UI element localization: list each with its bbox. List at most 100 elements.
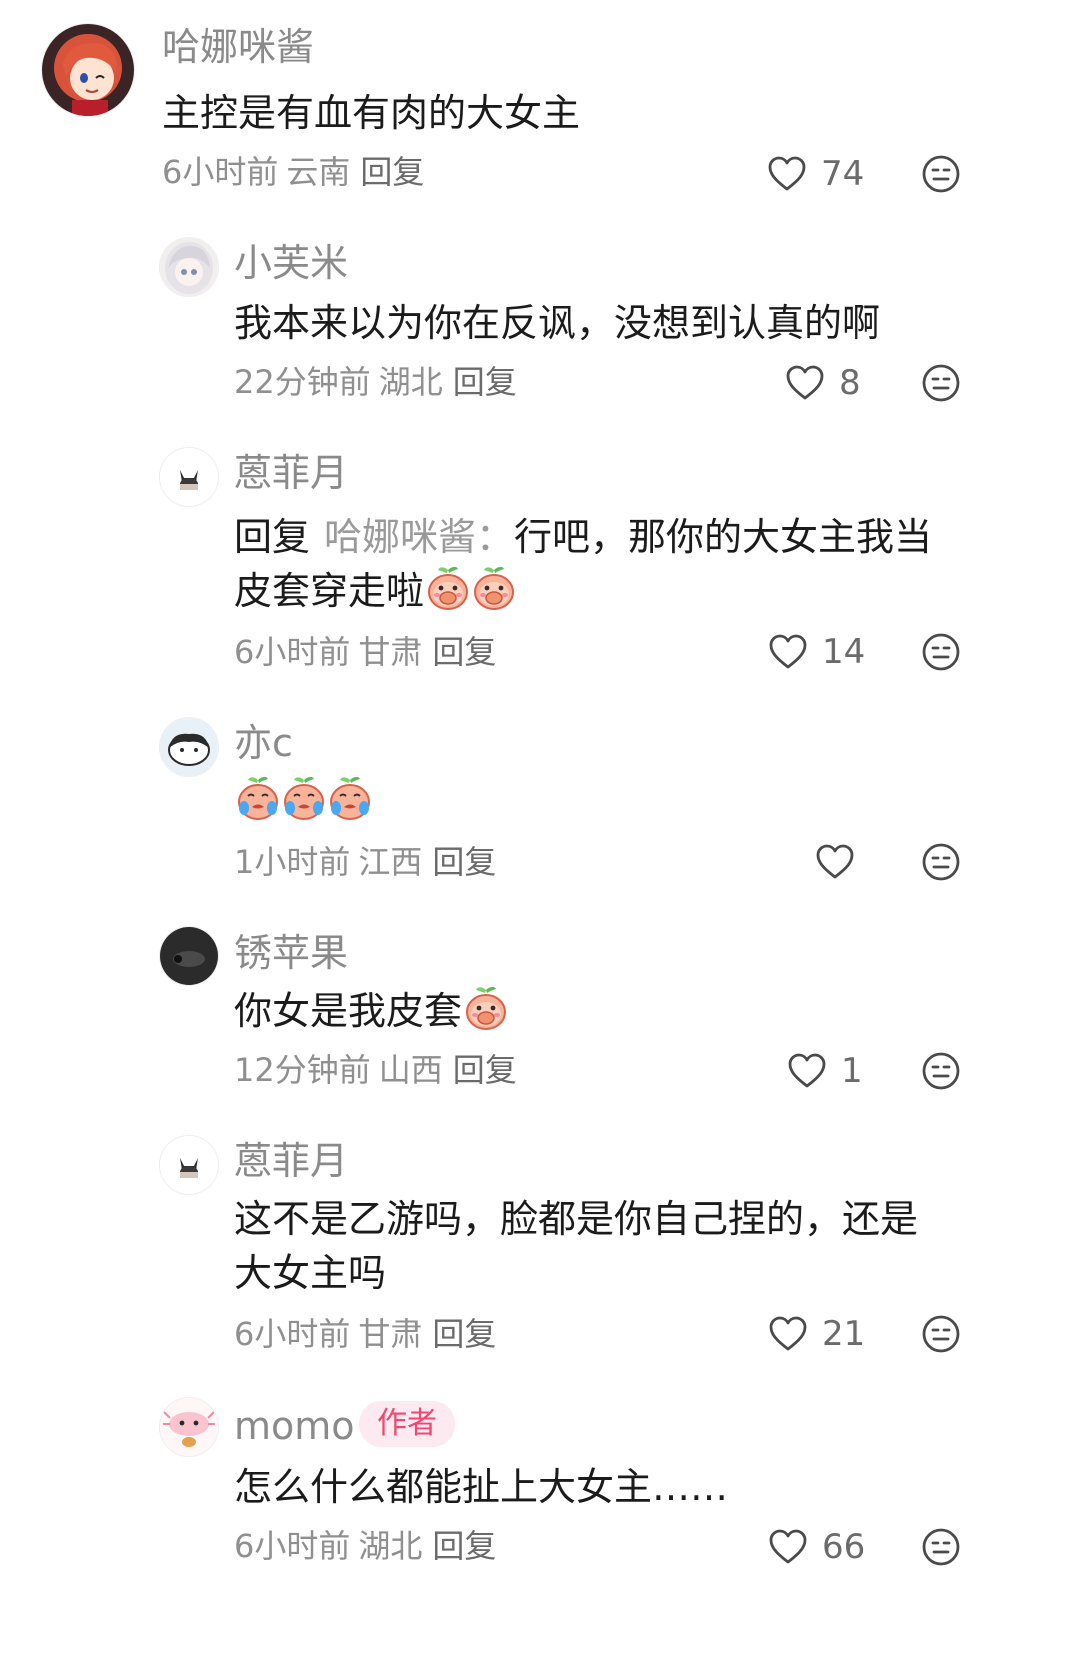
comment-meta: 12分钟前 山西 回复 <box>234 1054 517 1086</box>
comment-region: 江西 <box>358 843 423 881</box>
like-button[interactable]: 14 <box>768 632 865 672</box>
heart-icon <box>767 155 807 193</box>
peach-covering-mouth-emoji-icon <box>426 564 470 612</box>
comment-time: 6小时前 <box>234 1315 351 1353</box>
username[interactable]: momo <box>234 1407 355 1445</box>
username[interactable]: 哈娜咪酱 <box>162 28 314 66</box>
peach-crying-emoji-icon <box>236 774 280 822</box>
comment-meta: 6小时前 湖北 回复 <box>234 1530 496 1562</box>
dislike-button[interactable] <box>921 1527 961 1567</box>
chibi-cat-avatar-icon <box>160 1136 218 1194</box>
user-avatar[interactable] <box>160 238 218 296</box>
reply-button[interactable]: 回复 <box>432 1315 496 1353</box>
author-badge: 作者 <box>359 1401 455 1447</box>
heart-icon <box>787 1052 827 1090</box>
user-avatar[interactable] <box>160 1136 218 1194</box>
like-button[interactable]: 66 <box>768 1527 865 1567</box>
comment-region: 山西 <box>378 1051 443 1089</box>
dislike-face-icon <box>921 363 961 403</box>
comment-text-line: 大女主吗 <box>234 1251 387 1295</box>
user-avatar[interactable] <box>42 24 134 116</box>
like-count: 1 <box>841 1051 863 1091</box>
comment-region: 甘肃 <box>358 1315 423 1353</box>
username[interactable]: 蒽菲月 <box>234 1142 348 1180</box>
like-button[interactable] <box>815 842 855 882</box>
comment-text: 我本来以为你在反讽，没想到认真的啊 <box>234 301 881 345</box>
comment-text <box>234 774 372 828</box>
dislike-button[interactable] <box>921 363 961 403</box>
user-avatar[interactable] <box>160 1398 218 1456</box>
comment-time: 6小时前 <box>234 633 351 671</box>
username[interactable]: 锈苹果 <box>234 934 348 972</box>
reply-button[interactable]: 回复 <box>453 363 517 401</box>
comment-text: 回复 哈娜咪酱：行吧，那你的大女主我当 皮套穿走啦 <box>234 510 1034 618</box>
dislike-button[interactable] <box>921 154 961 194</box>
reply-button[interactable]: 回复 <box>432 633 496 671</box>
heart-icon <box>768 633 808 671</box>
username[interactable]: 小芙米 <box>234 244 348 282</box>
comment-meta: 6小时前 甘肃 回复 <box>234 1318 496 1350</box>
comment-meta: 6小时前 甘肃 回复 <box>234 636 496 668</box>
like-count: 74 <box>821 154 865 194</box>
comment-meta: 22分钟前 湖北 回复 <box>234 366 517 398</box>
like-button[interactable]: 21 <box>768 1314 865 1354</box>
comment-text-segment: 你女是我皮套 <box>234 989 463 1033</box>
panda-cat-avatar-icon <box>160 718 218 776</box>
reply-button[interactable]: 回复 <box>432 843 496 881</box>
comment-text: 怎么什么都能扯上大女主…… <box>234 1465 729 1509</box>
user-avatar[interactable] <box>160 927 218 985</box>
reply-button[interactable]: 回复 <box>432 1527 496 1565</box>
comment-text: 这不是乙游吗，脸都是你自己捏的，还是 大女主吗 <box>234 1192 1034 1300</box>
comment-text: 主控是有血有肉的大女主 <box>162 91 581 135</box>
dislike-button[interactable] <box>921 632 961 672</box>
like-count: 21 <box>822 1314 866 1354</box>
reply-button[interactable]: 回复 <box>360 153 424 191</box>
comment-text-line: 回复 哈娜咪酱：行吧，那你的大女主我当 <box>234 510 1034 564</box>
heart-icon <box>815 843 855 881</box>
comment-region: 甘肃 <box>358 633 423 671</box>
comment-time: 6小时前 <box>162 153 279 191</box>
comment-time: 12分钟前 <box>234 1051 371 1089</box>
like-count: 8 <box>839 363 861 403</box>
comment-text-line: 皮套穿走啦 <box>234 564 1034 618</box>
username[interactable]: 蒽菲月 <box>234 454 348 492</box>
comment-time: 1小时前 <box>234 843 351 881</box>
comment-meta: 1小时前 江西 回复 <box>234 846 496 878</box>
dislike-face-icon <box>921 632 961 672</box>
comment-time: 6小时前 <box>234 1527 351 1565</box>
comment-text: 你女是我皮套 <box>234 984 508 1038</box>
dislike-button[interactable] <box>921 842 961 882</box>
dislike-face-icon <box>921 1527 961 1567</box>
pink-axolotl-avatar-icon <box>160 1398 218 1456</box>
like-button[interactable]: 8 <box>785 363 861 403</box>
like-count: 66 <box>822 1527 866 1567</box>
anime-red-hair-avatar-icon <box>42 24 134 116</box>
dislike-face-icon <box>921 1314 961 1354</box>
dislike-face-icon <box>921 842 961 882</box>
user-avatar[interactable] <box>160 718 218 776</box>
dislike-face-icon <box>921 1051 961 1091</box>
comment-region: 云南 <box>286 153 351 191</box>
comment-region: 湖北 <box>358 1527 423 1565</box>
comment-time: 22分钟前 <box>234 363 371 401</box>
username[interactable]: 亦c <box>234 724 293 762</box>
like-button[interactable]: 1 <box>787 1051 863 1091</box>
reply-target-username[interactable]: 哈娜咪酱： <box>324 515 514 559</box>
dislike-face-icon <box>921 154 961 194</box>
comment-region: 湖北 <box>378 363 443 401</box>
anime-white-hair-avatar-icon <box>160 238 218 296</box>
comment-meta: 6小时前 云南 回复 <box>162 156 424 188</box>
chibi-cat-avatar-icon <box>160 448 218 506</box>
user-avatar[interactable] <box>160 448 218 506</box>
dislike-button[interactable] <box>921 1051 961 1091</box>
heart-icon <box>768 1315 808 1353</box>
like-count: 14 <box>822 632 866 672</box>
dark-object-avatar-icon <box>160 927 218 985</box>
comment-text-line: 这不是乙游吗，脸都是你自己捏的，还是 <box>234 1197 919 1241</box>
dislike-button[interactable] <box>921 1314 961 1354</box>
like-button[interactable]: 74 <box>767 154 864 194</box>
heart-icon <box>785 364 825 402</box>
peach-crying-emoji-icon <box>328 774 372 822</box>
heart-icon <box>768 1528 808 1566</box>
reply-button[interactable]: 回复 <box>453 1051 517 1089</box>
